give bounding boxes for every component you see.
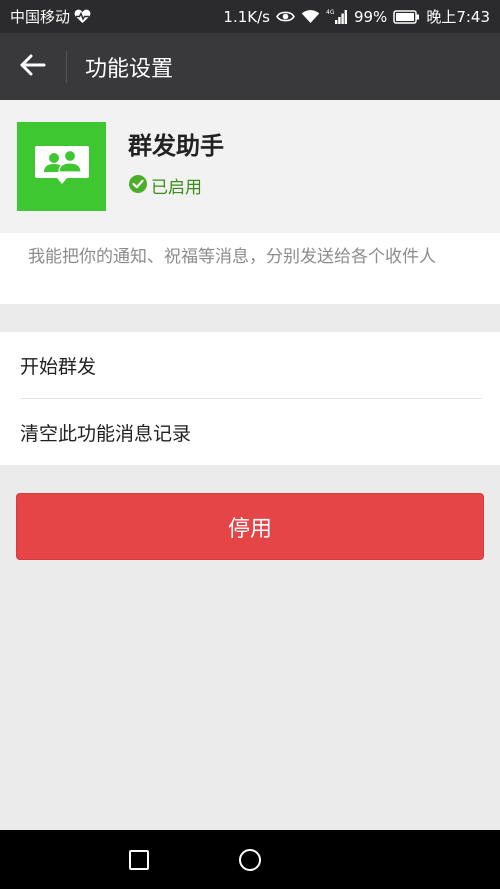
action-menu: 开始群发 清空此功能消息记录 — [0, 332, 500, 465]
disable-button[interactable]: 停用 — [16, 493, 484, 560]
check-circle-icon — [128, 174, 148, 198]
start-broadcast-item[interactable]: 开始群发 — [0, 332, 500, 398]
signal-icon: 4G — [326, 8, 348, 25]
feature-profile: 群发助手 已启用 — [0, 100, 500, 233]
eye-icon — [276, 10, 295, 23]
status-left: 中国移动 — [10, 6, 91, 27]
clock-label: 晚上7:43 — [426, 8, 490, 26]
carrier-label: 中国移动 — [10, 8, 71, 26]
network-speed: 1.1K/s — [223, 7, 270, 26]
app-bar: 功能设置 — [0, 33, 500, 100]
home-icon[interactable] — [239, 849, 261, 871]
broadcast-assistant-icon — [17, 122, 106, 211]
network-type-label: 4G — [326, 9, 335, 16]
system-nav-bar — [0, 830, 500, 889]
back-arrow-icon — [20, 54, 46, 80]
status-bar: 中国移动 1.1K/s 4G 99% 晚上7:43 — [0, 0, 500, 33]
back-button[interactable] — [0, 33, 66, 100]
status-right: 1.1K/s 4G 99% 晚上7:43 — [223, 6, 490, 27]
heartbeat-icon — [74, 9, 91, 24]
recent-apps-icon[interactable] — [129, 850, 149, 870]
wifi-icon — [301, 9, 320, 24]
enabled-status: 已启用 — [128, 173, 202, 198]
enabled-status-label: 已启用 — [151, 178, 202, 198]
battery-percent: 99% — [353, 7, 388, 26]
clear-history-item[interactable]: 清空此功能消息记录 — [0, 399, 500, 465]
feature-description: 我能把你的通知、祝福等消息，分别发送给各个收件人 — [0, 233, 500, 304]
app-bar-divider — [66, 50, 67, 83]
feature-name: 群发助手 — [128, 132, 224, 160]
page-title: 功能设置 — [85, 56, 174, 82]
battery-icon — [393, 9, 420, 24]
